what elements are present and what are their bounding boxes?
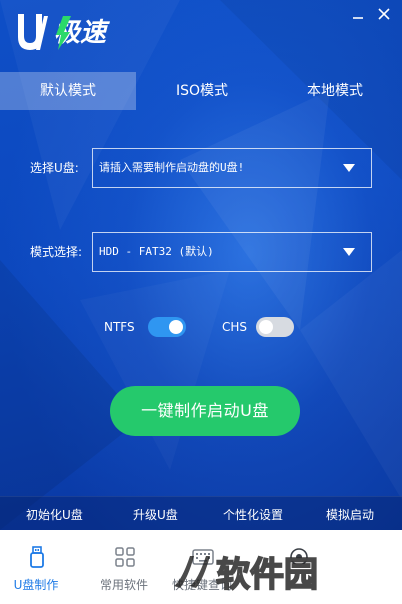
close-icon[interactable] [377, 7, 391, 21]
nav-common-software-label: 常用软件 [99, 578, 148, 592]
nav-usb-make-label: U盘制作 [13, 578, 59, 592]
tab-local-mode[interactable]: 本地模式 [268, 72, 402, 110]
mode-tabs: 默认模式 ISO模式 本地模式 [0, 72, 402, 112]
chs-switch[interactable] [256, 317, 294, 337]
usb-select-dropdown[interactable]: 请插入需要制作启动盘的U盘! [92, 148, 372, 188]
apps-grid-icon [115, 547, 135, 567]
keyboard-icon [192, 549, 214, 565]
app-window: 极速 默认模式 ISO模式 本地模式 选择U盘: 请插入需要制作启动盘的U盘! … [0, 0, 402, 604]
switch-knob [169, 320, 183, 334]
usb-select-row: 选择U盘: 请插入需要制作启动盘的U盘! [30, 148, 372, 188]
title-bar: 极速 [0, 0, 402, 68]
mode-select-row: 模式选择: HDD - FAT32 (默认) [30, 232, 372, 272]
usb-drive-icon [30, 546, 44, 568]
nav-common-software[interactable]: 常用软件 [88, 530, 160, 604]
usb-select-value: 请插入需要制作启动盘的U盘! [99, 161, 245, 174]
tab-iso-mode[interactable]: ISO模式 [136, 72, 268, 110]
more-icon [290, 548, 308, 566]
ntfs-label: NTFS [104, 320, 135, 334]
mode-select-dropdown[interactable]: HDD - FAT32 (默认) [92, 232, 372, 272]
app-logo: 极速 [18, 14, 110, 50]
chs-toggle-group: CHS [222, 316, 298, 338]
tools-bar: 初始化U盘 升级U盘 个性化设置 模拟启动 [0, 496, 402, 531]
nav-shortcut-query[interactable]: 快捷键查询 [166, 530, 238, 604]
switch-knob [259, 320, 273, 334]
nav-usb-make[interactable]: U盘制作 [0, 530, 72, 604]
mode-select-value: HDD - FAT32 (默认) [99, 245, 214, 258]
minimize-icon[interactable] [351, 7, 365, 21]
dropdown-arrow-icon [343, 248, 355, 256]
ntfs-switch[interactable] [148, 317, 186, 337]
init-usb-link[interactable]: 初始化U盘 [26, 497, 83, 531]
ntfs-toggle-group: NTFS [104, 316, 190, 338]
upgrade-usb-link[interactable]: 升级U盘 [133, 497, 178, 531]
nav-more[interactable] [262, 530, 334, 604]
usb-select-label: 选择U盘: [30, 161, 79, 175]
bottom-nav: U盘制作 常用软件 快捷键查询 [0, 530, 402, 604]
personalize-link[interactable]: 个性化设置 [223, 497, 283, 531]
chs-label: CHS [222, 320, 248, 334]
mode-select-label: 模式选择: [30, 245, 83, 259]
make-bootable-usb-button[interactable]: 一键制作启动U盘 [110, 386, 300, 436]
nav-shortcut-query-label: 快捷键查询 [171, 578, 232, 592]
tab-default-mode[interactable]: 默认模式 [0, 72, 136, 110]
simulate-boot-link[interactable]: 模拟启动 [326, 497, 374, 531]
dropdown-arrow-icon [343, 164, 355, 172]
